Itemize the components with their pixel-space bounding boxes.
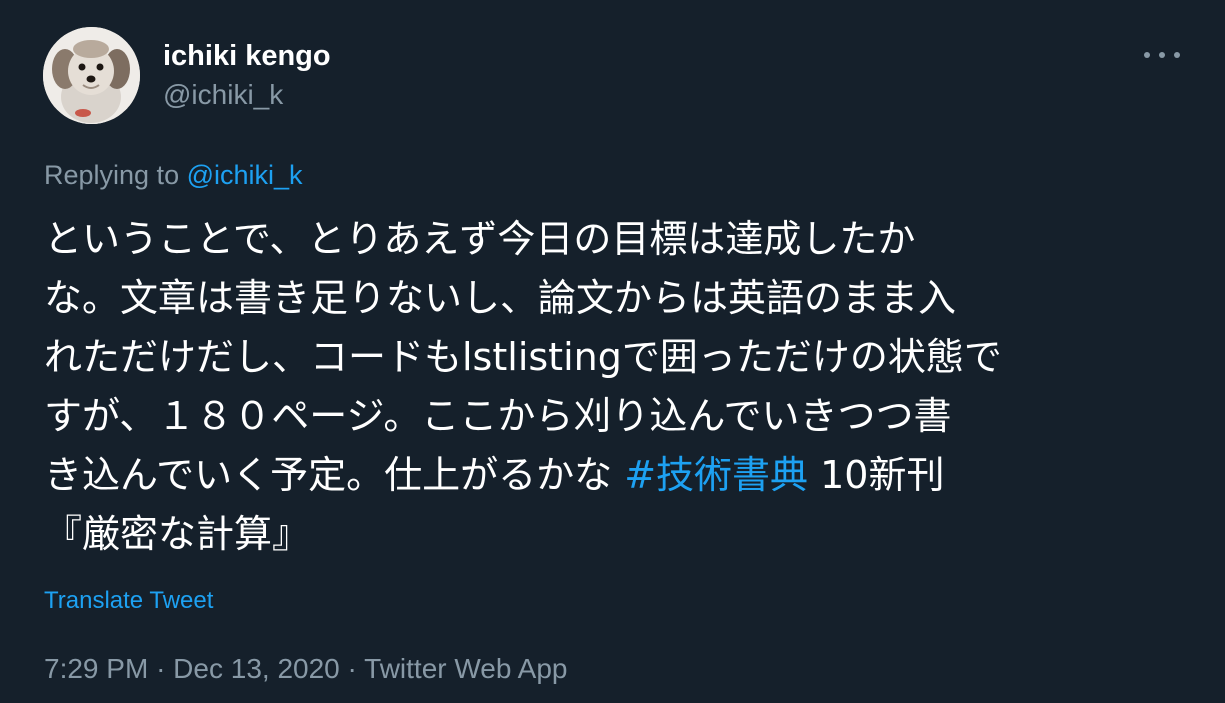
- tweet-text-line: な。文章は書き足りないし、論文からは英語のまま入: [44, 276, 957, 320]
- hashtag-link[interactable]: #技術書典: [624, 453, 808, 497]
- more-options-button[interactable]: [1142, 40, 1182, 70]
- tweet-text-segment: 10新刊: [808, 453, 945, 497]
- tweet-text-segment: き込んでいく予定。仕上がるかな: [44, 453, 625, 497]
- author-handle[interactable]: @ichiki_k: [163, 78, 283, 112]
- avatar[interactable]: [43, 27, 140, 124]
- meta-separator: ·: [347, 653, 357, 684]
- dog-avatar-icon: [43, 27, 140, 124]
- tweet-time-link[interactable]: 7:29 PM: [44, 653, 148, 684]
- tweet-text-line: き込んでいく予定。仕上がるかな #技術書典 10新刊: [44, 446, 1179, 505]
- tweet-text: ということで、とりあえず今日の目標は達成したか な。文章は書き足りないし、論文か…: [44, 210, 1179, 564]
- meta-separator: ·: [156, 653, 166, 684]
- translate-tweet-link[interactable]: Translate Tweet: [44, 586, 213, 616]
- replying-to: Replying to @ichiki_k: [44, 158, 303, 192]
- tweet-date-link[interactable]: Dec 13, 2020: [173, 653, 340, 684]
- tweet-detail: ichiki kengo @ichiki_k Replying to @ichi…: [0, 0, 1225, 703]
- reply-mention-link[interactable]: @ichiki_k: [187, 160, 303, 190]
- tweet-text-line: ということで、とりあえず今日の目標は達成したか: [44, 217, 916, 261]
- tweet-source-link[interactable]: Twitter Web App: [364, 653, 567, 684]
- more-horizontal-icon: [1144, 52, 1150, 58]
- tweet-text-line: 『厳密な計算』: [44, 512, 311, 556]
- tweet-metadata: 7:29 PM · Dec 13, 2020 · Twitter Web App: [44, 652, 568, 686]
- tweet-text-line: すが、１８０ページ。ここから刈り込んでいきつつ書: [44, 394, 952, 438]
- tweet-text-line: れただけだし、コードもlstlistingで囲っただけの状態で: [44, 335, 1002, 379]
- author-display-name[interactable]: ichiki kengo: [163, 39, 331, 73]
- replying-to-label: Replying to: [44, 160, 180, 190]
